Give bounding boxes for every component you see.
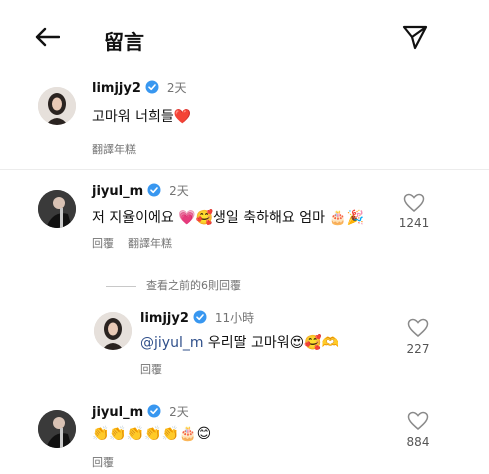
comment-actions: 回覆 翻譯年糕 [92, 235, 172, 251]
translate-link[interactable]: 翻譯年糕 [128, 237, 172, 250]
like-count: 227 [406, 342, 430, 356]
back-button[interactable] [30, 24, 64, 54]
verified-badge-icon [193, 310, 207, 328]
heart-icon [403, 193, 425, 217]
heart-icon [407, 411, 429, 435]
like-button[interactable] [403, 193, 425, 213]
comment-time: 2天 [169, 405, 189, 419]
like-count: 1241 [398, 216, 430, 230]
verified-badge-icon [145, 80, 159, 98]
comment-time: 2天 [166, 81, 187, 95]
reply-link[interactable]: 回覆 [92, 237, 114, 250]
like-button[interactable] [407, 411, 429, 431]
page-title: 留言 [104, 30, 144, 54]
verified-badge-icon [147, 183, 161, 201]
like-button[interactable] [407, 318, 429, 338]
view-replies-label: 查看之前的6則回覆 [146, 279, 241, 292]
avatar[interactable] [94, 312, 132, 350]
comment-text: 👏👏👏👏👏🎂😊 [92, 426, 212, 442]
comment-actions: 回覆 [92, 454, 114, 470]
reply-actions: 回覆 [140, 361, 162, 377]
comment-actions: 翻譯年糕 [92, 141, 136, 157]
comment-text: 저 지율이에요 💗🥰생일 축하해요 엄마 🎂🎉 [92, 210, 365, 226]
heart-icon [407, 318, 429, 342]
view-replies-link[interactable]: 查看之前的6則回覆 [106, 277, 241, 293]
comment-username[interactable]: jiyul_m 2天 [92, 403, 189, 422]
paper-plane-icon [402, 24, 428, 54]
comment-username[interactable]: jiyul_m 2天 [92, 182, 189, 201]
reply-time: 11小時 [214, 311, 255, 325]
translate-link[interactable]: 翻譯年糕 [92, 143, 136, 156]
verified-badge-icon [147, 404, 161, 422]
arrow-left-icon [34, 27, 61, 51]
avatar[interactable] [38, 190, 76, 228]
comment-username[interactable]: limjjy2 2天 [92, 79, 187, 98]
reply-body: 우리딸 고마워😍🥰🫶 [207, 335, 340, 351]
comment-text: 고마워 너희들❤️ [92, 109, 192, 125]
mention-link[interactable]: @jiyul_m [140, 335, 203, 351]
avatar[interactable] [38, 410, 76, 448]
divider [106, 285, 136, 287]
like-count: 884 [406, 435, 430, 449]
comment-time: 2天 [169, 184, 189, 198]
reply-link[interactable]: 回覆 [140, 363, 162, 376]
reply-link[interactable]: 回覆 [92, 456, 114, 469]
divider [0, 169, 489, 170]
reply-username[interactable]: limjjy2 11小時 [140, 309, 254, 328]
share-button[interactable] [398, 22, 432, 56]
reply-text: @jiyul_m 우리딸 고마워😍🥰🫶 [140, 332, 339, 352]
avatar[interactable] [38, 87, 76, 125]
